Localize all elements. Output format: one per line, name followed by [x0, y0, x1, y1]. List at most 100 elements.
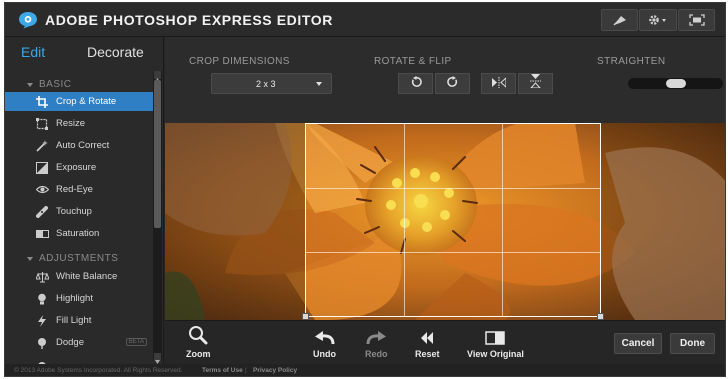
- sidebar-item-highlight[interactable]: Highlight: [5, 289, 153, 308]
- sidebar-item-fill-light[interactable]: Fill Light: [5, 311, 153, 330]
- title-bar: ADOBE PHOTOSHOP EXPRESS EDITOR: [5, 3, 725, 37]
- chevron-down-icon: [27, 82, 33, 87]
- reset-label: Reset: [415, 349, 440, 359]
- gear-icon: [647, 14, 669, 26]
- bottom-toolbar: Zoom Undo Redo Reset View Original Cance…: [165, 320, 725, 364]
- crop-grid-line-h2: [306, 252, 600, 253]
- redo-button[interactable]: Redo: [365, 325, 388, 359]
- rotate-cw-icon: [446, 75, 459, 93]
- fullscreen-button[interactable]: [678, 9, 715, 31]
- section-basic-toggle[interactable]: BASIC: [27, 79, 72, 90]
- sidebar-item-label: Red-Eye: [56, 184, 93, 195]
- sidebar-item-label: Crop & Rotate: [56, 96, 117, 107]
- sidebar-item-red-eye[interactable]: Red-Eye: [5, 180, 153, 199]
- rotate-left-button[interactable]: [398, 73, 433, 94]
- scrollbar-thumb[interactable]: [154, 80, 161, 228]
- beta-badge: BETA: [125, 338, 147, 346]
- redo-icon: [366, 325, 387, 345]
- chevron-down-icon: [27, 256, 33, 261]
- zoom-button[interactable]: Zoom: [186, 325, 211, 359]
- rotate-right-button[interactable]: [435, 73, 470, 94]
- undo-label: Undo: [313, 349, 336, 359]
- sidebar-item-label: Auto Correct: [56, 140, 110, 151]
- settings-menu-button[interactable]: [639, 9, 677, 31]
- crop-grid-line-h1: [306, 188, 600, 189]
- sidebar-item-exposure[interactable]: Exposure: [5, 158, 153, 177]
- crop-frame[interactable]: [302, 123, 604, 320]
- done-button[interactable]: Done: [670, 333, 715, 354]
- undo-icon: [314, 325, 335, 345]
- tab-edit[interactable]: Edit: [21, 44, 45, 60]
- sidebar-item-white-balance[interactable]: White Balance: [5, 267, 153, 286]
- crop-handle-bottom-right[interactable]: [597, 313, 604, 320]
- crop-dimensions-label: CROP DIMENSIONS: [189, 56, 290, 67]
- view-original-button[interactable]: View Original: [467, 325, 524, 359]
- footer-separator: |: [245, 367, 247, 374]
- saturation-icon: [35, 227, 49, 240]
- straighten-slider-handle[interactable]: [666, 79, 686, 88]
- fullscreen-icon: [688, 14, 705, 26]
- share-button[interactable]: [601, 9, 638, 31]
- bulb-icon: [35, 292, 49, 305]
- reset-button[interactable]: Reset: [415, 325, 440, 359]
- compare-icon: [485, 325, 506, 345]
- sidebar-item-label: Dodge: [56, 337, 84, 348]
- zoom-label: Zoom: [186, 349, 211, 359]
- sidebar-item-touchup[interactable]: Touchup: [5, 202, 153, 221]
- sidebar-item-label: Fill Light: [56, 315, 92, 326]
- redo-label: Redo: [365, 349, 388, 359]
- sidebar-item-resize[interactable]: Resize: [5, 114, 153, 133]
- straighten-label: STRAIGHTEN: [597, 56, 666, 67]
- bandage-icon: [35, 205, 49, 218]
- terms-of-use-link[interactable]: Terms of Use: [202, 367, 243, 374]
- straighten-slider[interactable]: [628, 78, 723, 89]
- flip-vertical-button[interactable]: [518, 73, 553, 94]
- footer: © 2013 Adobe Systems Incorporated. All R…: [5, 364, 725, 376]
- mode-tabs: Edit Decorate: [5, 37, 164, 71]
- sidebar-item-label: Exposure: [56, 162, 97, 173]
- sidebar-item-dodge[interactable]: Dodge BETA: [5, 333, 153, 352]
- sidebar-item-crop-rotate[interactable]: Crop & Rotate: [5, 92, 153, 111]
- crop-dimensions-dropdown[interactable]: 2 x 3: [211, 73, 332, 94]
- crop-options-bar: CROP DIMENSIONS 2 x 3 ROTATE & FLIP STRA…: [165, 37, 725, 123]
- undo-button[interactable]: Undo: [313, 325, 336, 359]
- lightning-icon: [35, 314, 49, 327]
- sidebar-item-label: Highlight: [56, 293, 93, 304]
- crop-handle-bottom-left[interactable]: [302, 313, 309, 320]
- photoshop-express-logo-icon: [18, 11, 38, 29]
- scale-icon: [35, 270, 49, 283]
- flip-horizontal-icon: [491, 75, 506, 93]
- privacy-policy-link[interactable]: Privacy Policy: [253, 367, 297, 374]
- magnifier-icon: [188, 325, 208, 345]
- app-title: ADOBE PHOTOSHOP EXPRESS EDITOR: [45, 12, 333, 28]
- crop-grid-line-v1: [404, 124, 405, 316]
- dodge-icon: [35, 336, 49, 349]
- reset-icon: [420, 325, 434, 345]
- scroll-down-arrow[interactable]: [154, 353, 161, 364]
- flip-horizontal-button[interactable]: [481, 73, 516, 94]
- crop-dimensions-value: 2 x 3: [256, 79, 276, 89]
- sidebar-item-saturation[interactable]: Saturation: [5, 224, 153, 243]
- sidebar-scrollbar[interactable]: [153, 71, 162, 364]
- sidebar-item-partial[interactable]: [5, 355, 153, 364]
- sidebar-item-auto-correct[interactable]: Auto Correct: [5, 136, 153, 155]
- sidebar-item-label: White Balance: [56, 271, 118, 282]
- sidebar: Edit Decorate BASIC Crop & Rotate Resize…: [5, 37, 164, 364]
- crop-icon: [35, 95, 49, 108]
- view-original-label: View Original: [467, 349, 524, 359]
- flip-vertical-icon: [529, 74, 542, 93]
- tab-decorate[interactable]: Decorate: [87, 44, 144, 60]
- section-adjustments-title: ADJUSTMENTS: [39, 253, 119, 264]
- magic-wand-icon: [35, 139, 49, 152]
- app-window: ADOBE PHOTOSHOP EXPRESS EDITOR Edit Deco…: [4, 2, 726, 377]
- section-adjustments-toggle[interactable]: ADJUSTMENTS: [27, 253, 118, 264]
- sidebar-item-label: Saturation: [56, 228, 100, 239]
- copyright-text: © 2013 Adobe Systems Incorporated. All R…: [14, 367, 183, 374]
- scroll-up-arrow[interactable]: [154, 71, 161, 82]
- rotate-ccw-icon: [410, 75, 422, 93]
- photo-canvas[interactable]: [165, 123, 725, 320]
- cancel-button[interactable]: Cancel: [614, 333, 662, 354]
- flag-icon: [612, 14, 628, 26]
- sidebar-item-label: Resize: [56, 118, 86, 129]
- eye-icon: [35, 183, 49, 196]
